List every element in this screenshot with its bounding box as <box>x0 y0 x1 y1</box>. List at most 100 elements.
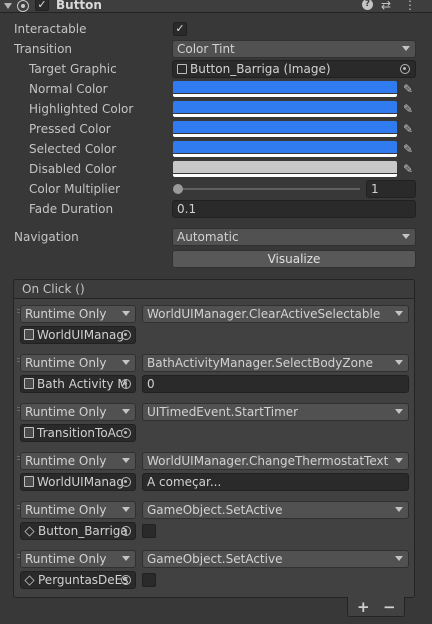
function-value: BathActivityManager.SelectBodyZone <box>147 356 373 370</box>
target-graphic-label: Target Graphic <box>29 62 117 76</box>
target-object-value: WorldUIManag <box>37 475 124 489</box>
argument-input[interactable]: A começar... <box>142 473 409 491</box>
visualize-button[interactable]: Visualize <box>172 250 416 268</box>
color-multiplier-input[interactable]: 1 <box>366 180 416 198</box>
object-picker-icon[interactable] <box>400 64 410 74</box>
transition-dropdown[interactable]: Color Tint <box>172 40 416 58</box>
function-dropdown[interactable]: GameObject.SetActive <box>142 501 409 519</box>
runtime-mode-dropdown[interactable]: Runtime Only <box>20 403 136 421</box>
transition-value: Color Tint <box>177 42 235 56</box>
component-header[interactable]: ✓ Button ? ⇄ ⋮ <box>0 0 432 13</box>
object-picker-icon[interactable] <box>121 575 131 585</box>
chevron-down-icon <box>395 556 403 561</box>
slider-thumb[interactable] <box>173 184 183 194</box>
runtime-mode-dropdown[interactable]: Runtime Only <box>20 550 136 568</box>
function-value: GameObject.SetActive <box>147 503 283 517</box>
eyedropper-icon[interactable]: ✎ <box>400 161 416 177</box>
disabled-color-swatch[interactable] <box>173 161 397 177</box>
fade-duration-label: Fade Duration <box>29 202 114 216</box>
selected-color-swatch[interactable] <box>173 141 397 157</box>
script-icon <box>24 378 34 389</box>
chevron-down-icon <box>122 507 130 512</box>
disabled-color-label: Disabled Color <box>29 162 117 176</box>
interactable-checkbox[interactable]: ✓ <box>173 22 187 36</box>
argument-value: 0 <box>147 377 155 391</box>
pressed-color-swatch[interactable] <box>173 121 397 137</box>
chevron-down-icon <box>395 507 403 512</box>
script-icon <box>24 329 34 340</box>
object-picker-icon[interactable] <box>121 477 131 487</box>
function-dropdown[interactable]: WorldUIManager.ClearActiveSelectable <box>142 305 409 323</box>
runtime-mode-value: Runtime Only <box>25 405 107 419</box>
kebab-menu-icon[interactable]: ⋮ <box>404 0 416 12</box>
navigation-label: Navigation <box>14 230 79 244</box>
runtime-mode-dropdown[interactable]: Runtime Only <box>20 452 136 470</box>
normal-color-swatch[interactable] <box>173 81 397 97</box>
target-object-field[interactable]: Button_Barriga <box>20 522 136 540</box>
function-dropdown[interactable]: WorldUIManager.ChangeThermostatText <box>142 452 409 470</box>
argument-checkbox[interactable] <box>142 524 156 538</box>
function-value: GameObject.SetActive <box>147 552 283 566</box>
function-value: WorldUIManager.ChangeThermostatText <box>147 454 389 468</box>
normal-color-label: Normal Color <box>29 82 108 96</box>
object-picker-icon[interactable] <box>121 526 131 536</box>
help-icon[interactable]: ? <box>362 0 373 10</box>
chevron-down-icon <box>395 458 403 463</box>
script-icon <box>24 476 34 487</box>
component-icon-dot <box>21 4 25 8</box>
component-enabled-checkbox[interactable]: ✓ <box>35 0 49 11</box>
navigation-dropdown[interactable]: Automatic <box>172 228 416 246</box>
interactable-label: Interactable <box>14 22 87 36</box>
transition-label: Transition <box>14 42 73 56</box>
object-picker-icon[interactable] <box>121 428 131 438</box>
chevron-down-icon <box>122 311 130 316</box>
object-picker-icon[interactable] <box>121 330 131 340</box>
argument-checkbox[interactable] <box>142 573 156 587</box>
color-multiplier-value: 1 <box>371 182 379 196</box>
target-graphic-value: Button_Barriga (Image) <box>190 62 331 76</box>
runtime-mode-dropdown[interactable]: Runtime Only <box>20 501 136 519</box>
add-event-button[interactable]: + <box>357 598 370 616</box>
function-dropdown[interactable]: GameObject.SetActive <box>142 550 409 568</box>
target-object-field[interactable]: Bath Activity M <box>20 375 136 393</box>
target-object-field[interactable]: TransitionToAc <box>20 424 136 442</box>
eyedropper-icon[interactable]: ✎ <box>400 121 416 137</box>
color-multiplier-slider[interactable] <box>176 188 360 190</box>
function-value: WorldUIManager.ClearActiveSelectable <box>147 307 381 321</box>
target-object-field[interactable]: WorldUIManag <box>20 473 136 491</box>
runtime-mode-value: Runtime Only <box>25 503 107 517</box>
onclick-header: On Click () <box>13 279 415 299</box>
argument-input[interactable]: 0 <box>142 375 409 393</box>
foldout-arrow-icon[interactable] <box>4 3 12 9</box>
target-object-field[interactable]: PerguntasDeEs <box>20 571 136 589</box>
preset-icon[interactable]: ⇄ <box>381 0 391 12</box>
target-graphic-field[interactable]: Button_Barriga (Image) <box>172 60 416 78</box>
fade-duration-input[interactable]: 0.1 <box>172 200 416 218</box>
runtime-mode-value: Runtime Only <box>25 356 107 370</box>
function-dropdown[interactable]: UITimedEvent.StartTimer <box>142 403 409 421</box>
onclick-title: On Click () <box>22 282 85 296</box>
script-icon <box>24 427 34 438</box>
eyedropper-icon[interactable]: ✎ <box>400 141 416 157</box>
function-dropdown[interactable]: BathActivityManager.SelectBodyZone <box>142 354 409 372</box>
target-object-value: TransitionToAc <box>37 426 123 440</box>
onclick-footer <box>347 597 405 617</box>
target-object-value: PerguntasDeEs <box>38 573 129 587</box>
object-picker-icon[interactable] <box>121 379 131 389</box>
component-title: Button <box>56 0 102 12</box>
runtime-mode-value: Runtime Only <box>25 307 107 321</box>
remove-event-button[interactable]: − <box>383 598 396 616</box>
highlighted-color-label: Highlighted Color <box>29 102 134 116</box>
target-object-field[interactable]: WorldUIManag <box>20 326 136 344</box>
fade-duration-value: 0.1 <box>177 202 197 216</box>
runtime-mode-dropdown[interactable]: Runtime Only <box>20 354 136 372</box>
eyedropper-icon[interactable]: ✎ <box>400 81 416 97</box>
chevron-down-icon <box>122 409 130 414</box>
selected-color-label: Selected Color <box>29 142 117 156</box>
target-object-value: WorldUIManag <box>37 328 124 342</box>
color-multiplier-label: Color Multiplier <box>29 182 121 196</box>
chevron-down-icon <box>395 311 403 316</box>
runtime-mode-dropdown[interactable]: Runtime Only <box>20 305 136 323</box>
highlighted-color-swatch[interactable] <box>173 101 397 117</box>
eyedropper-icon[interactable]: ✎ <box>400 101 416 117</box>
